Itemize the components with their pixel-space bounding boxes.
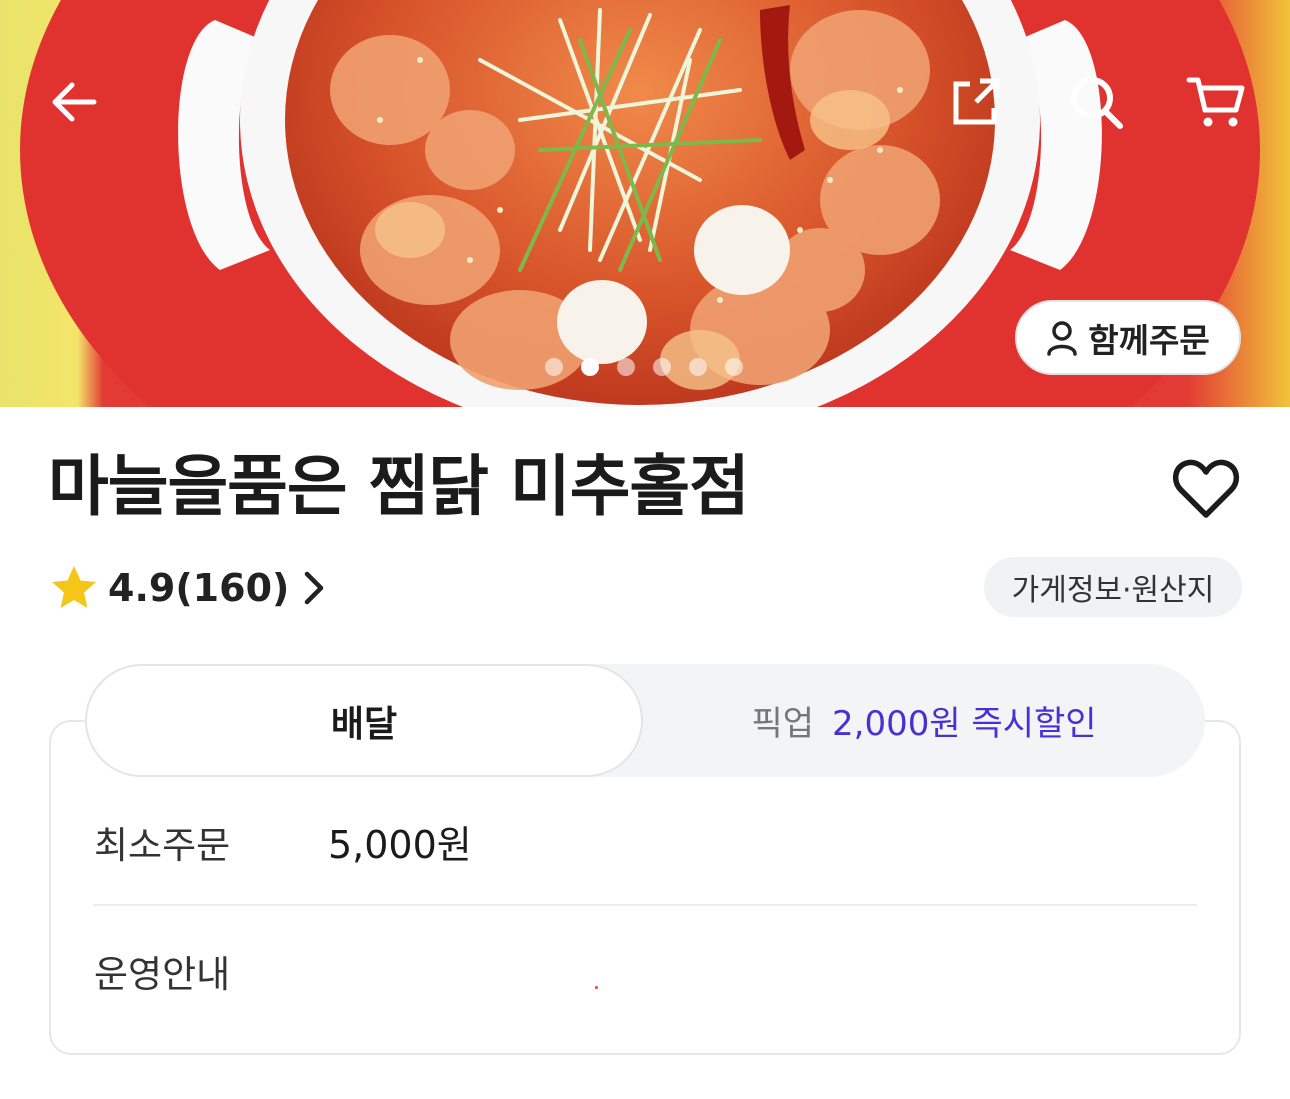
order-type-tabs: 픽업 2,000원 즉시할인 배달 xyxy=(85,664,1205,777)
rating-link[interactable]: 4.9(160) xyxy=(50,560,325,616)
favorite-button[interactable] xyxy=(1172,455,1240,523)
tab-delivery[interactable]: 배달 xyxy=(85,664,643,777)
carousel-dot[interactable] xyxy=(545,358,563,376)
new-indicator-dot xyxy=(595,986,598,989)
operation-info-label[interactable]: 운영안내 xyxy=(94,944,230,998)
carousel-dot[interactable] xyxy=(581,358,599,376)
rating-value: 4.9(160) xyxy=(108,566,290,610)
star-icon xyxy=(52,566,96,608)
store-name: 마늘을품은 찜닭 미추홀점 xyxy=(48,448,750,525)
hero-image[interactable]: 함께주문 xyxy=(0,0,1290,407)
cart-icon xyxy=(1186,77,1245,127)
share-icon xyxy=(953,78,1000,125)
carousel-dot[interactable] xyxy=(653,358,671,376)
tab-pickup-label: 픽업 xyxy=(751,704,814,744)
carousel-indicator xyxy=(545,358,743,376)
pickup-discount-label: 2,000원 즉시할인 xyxy=(832,704,1097,744)
min-order-label: 최소주문 xyxy=(94,824,231,867)
chevron-right-icon xyxy=(305,571,324,605)
divider xyxy=(93,904,1197,906)
person-icon xyxy=(1047,320,1078,356)
back-arrow-icon xyxy=(52,82,97,122)
share-button[interactable] xyxy=(944,70,1008,134)
back-button[interactable] xyxy=(42,70,106,134)
carousel-dot[interactable] xyxy=(617,358,635,376)
heart-icon xyxy=(1173,459,1239,518)
carousel-dot[interactable] xyxy=(725,358,743,376)
cart-button[interactable] xyxy=(1184,70,1248,134)
search-icon xyxy=(1071,77,1123,129)
together-order-button[interactable]: 함께주문 xyxy=(1015,300,1241,375)
store-info-origin-button[interactable]: 가게정보·원산지 xyxy=(984,557,1242,617)
search-button[interactable] xyxy=(1064,70,1128,134)
carousel-dot[interactable] xyxy=(689,358,707,376)
tab-pickup[interactable]: 픽업 2,000원 즉시할인 xyxy=(643,664,1205,777)
min-order-value: 5,000원 xyxy=(328,823,472,867)
together-order-label: 함께주문 xyxy=(1088,320,1210,360)
